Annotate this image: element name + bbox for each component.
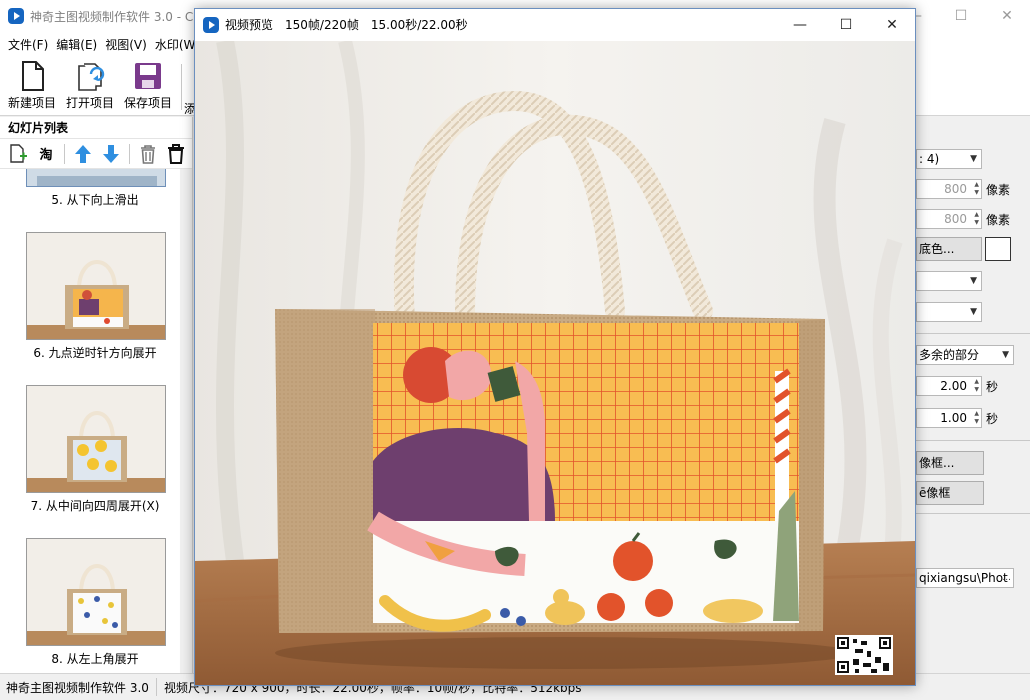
duration-1-unit: 秒 bbox=[986, 380, 999, 394]
slide-7-bag-image bbox=[27, 386, 165, 492]
ratio-select[interactable]: : 4) ▼ bbox=[916, 149, 982, 169]
slide-5-image bbox=[27, 169, 165, 186]
delete-slide-button[interactable] bbox=[136, 142, 160, 166]
chevron-down-icon: ▼ bbox=[970, 154, 977, 164]
chevron-down-icon: ▼ bbox=[970, 307, 977, 317]
slide-list-toolbar: 淘 bbox=[0, 139, 192, 169]
preview-title-bar: 视频预览 150帧/220帧 15.00秒/22.00秒 — ☐ ✕ bbox=[195, 9, 915, 40]
add-slide-button[interactable] bbox=[6, 142, 30, 166]
preview-time-counter: 15.00秒/22.00秒 bbox=[370, 18, 468, 32]
output-path-field[interactable]: qixiangsu\Phot... bbox=[916, 568, 1014, 588]
preview-close-button[interactable]: ✕ bbox=[869, 9, 915, 40]
background-color-button[interactable]: 底色... bbox=[916, 237, 982, 261]
menu-file[interactable]: 文件(F) bbox=[4, 36, 52, 53]
slide-list-scrollbar[interactable] bbox=[180, 169, 192, 673]
tote-bag-photo bbox=[195, 41, 915, 685]
height-unit: 像素 bbox=[986, 213, 1011, 227]
menu-watermark[interactable]: 水印(W bbox=[151, 36, 200, 53]
slide-8-bag-image bbox=[27, 539, 165, 645]
duration-2-value: 1.00 bbox=[940, 411, 967, 425]
trash-icon bbox=[141, 144, 155, 164]
open-project-button[interactable]: 打开项目 bbox=[61, 60, 119, 114]
slide-list[interactable]: 5. 从下向上滑出 6. 九点逆时针方向展开 7. 从中间向四周展开(X) 8.… bbox=[0, 169, 180, 673]
remove-frame-button[interactable]: ē像框 bbox=[916, 481, 984, 505]
arrow-down-icon bbox=[103, 144, 119, 163]
chevron-down-icon: ▼ bbox=[1002, 350, 1009, 360]
open-project-label: 打开项目 bbox=[65, 96, 114, 110]
slide-thumbnail bbox=[26, 385, 166, 493]
properties-divider bbox=[916, 333, 1030, 334]
move-down-button[interactable] bbox=[99, 142, 123, 166]
ellipsis-icon: ... bbox=[1002, 573, 1011, 583]
width-spinbox[interactable]: 800 ▲ ▼ bbox=[916, 179, 982, 199]
video-preview-window: 视频预览 150帧/220帧 15.00秒/22.00秒 — ☐ ✕ bbox=[194, 8, 916, 686]
spin-arrows-icon: ▲ ▼ bbox=[974, 378, 979, 393]
new-project-label: 新建项目 bbox=[7, 96, 56, 110]
height-spinbox[interactable]: 800 ▲ ▼ bbox=[916, 209, 982, 229]
app-logo-icon bbox=[8, 8, 24, 24]
trash-all-icon bbox=[168, 143, 184, 164]
frame-button[interactable]: 像框... bbox=[916, 451, 984, 475]
save-project-label: 保存项目 bbox=[123, 96, 172, 110]
slide-thumbnail bbox=[26, 538, 166, 646]
extra-part-value: 多余的部分 bbox=[919, 348, 980, 362]
chevron-down-icon: ▼ bbox=[970, 276, 977, 286]
menu-view[interactable]: 视图(V) bbox=[101, 36, 151, 53]
option-select-a[interactable]: ▼ bbox=[916, 271, 982, 291]
main-maximize-button[interactable]: ☐ bbox=[938, 0, 984, 32]
spin-arrows-icon: ▲ ▼ bbox=[974, 181, 979, 196]
slide-list-title: 幻灯片列表 bbox=[0, 117, 192, 139]
slide-label: 8. 从左上角展开 bbox=[51, 652, 139, 666]
save-disk-icon bbox=[135, 63, 161, 89]
move-up-button[interactable] bbox=[71, 142, 95, 166]
option-select-b[interactable]: ▼ bbox=[916, 302, 982, 322]
preview-title: 视频预览 bbox=[225, 18, 274, 32]
spin-arrows-icon: ▲ ▼ bbox=[974, 410, 979, 425]
width-value: 800 bbox=[944, 182, 967, 196]
open-file-icon bbox=[78, 63, 105, 91]
properties-divider bbox=[916, 440, 1030, 441]
menu-edit[interactable]: 编辑(E) bbox=[52, 36, 101, 53]
output-path-value: qixiangsu\Phot bbox=[919, 571, 1008, 585]
taobao-button[interactable]: 淘 bbox=[34, 142, 58, 166]
duration-2-unit: 秒 bbox=[986, 412, 999, 426]
duration-spinbox-2[interactable]: 1.00 ▲ ▼ bbox=[916, 408, 982, 428]
properties-divider bbox=[916, 513, 1030, 514]
toolbar-separator bbox=[181, 64, 182, 110]
save-project-button[interactable]: 保存项目 bbox=[119, 60, 177, 114]
duration-1-value: 2.00 bbox=[940, 379, 967, 393]
new-project-button[interactable]: 新建项目 bbox=[3, 60, 61, 114]
preview-frame-counter: 150帧/220帧 bbox=[285, 18, 359, 32]
new-file-icon bbox=[22, 61, 44, 91]
extra-part-select[interactable]: 多余的部分 ▼ bbox=[916, 345, 1014, 365]
status-separator bbox=[156, 678, 157, 696]
preview-app-icon bbox=[203, 16, 219, 33]
preview-video-frame bbox=[195, 41, 915, 685]
slide-thumbnail bbox=[26, 232, 166, 340]
width-unit: 像素 bbox=[986, 183, 1011, 197]
add-slide-icon bbox=[10, 143, 27, 163]
status-app-name: 神奇主图视频制作软件 3.0 bbox=[6, 681, 149, 695]
preview-maximize-button[interactable]: ☐ bbox=[823, 9, 869, 40]
slide-thumbnail bbox=[26, 169, 166, 187]
slide-label: 7. 从中间向四周展开(X) bbox=[30, 499, 160, 513]
slide-6-bag-image bbox=[27, 233, 165, 339]
slide-label: 5. 从下向上滑出 bbox=[51, 193, 139, 207]
properties-panel: : 4) ▼ 800 ▲ ▼ 像素 800 ▲ ▼ 像素 底色... ▼ ▼ 多余的部分 ▼… bbox=[916, 117, 1030, 673]
panel-toolbar-separator bbox=[129, 143, 130, 164]
height-value: 800 bbox=[944, 212, 967, 226]
slide-label: 6. 九点逆时针方向展开 bbox=[33, 346, 157, 360]
slide-list-panel: 幻灯片列表 淘 5. 从下向上滑出 6. 九点逆时针方向展开 7. 从中间向四周… bbox=[0, 117, 193, 673]
main-window-title: 神奇主图视频制作软件 3.0 - C: bbox=[30, 9, 198, 24]
preview-minimize-button[interactable]: — bbox=[777, 9, 823, 40]
background-color-swatch[interactable] bbox=[985, 237, 1011, 261]
duration-spinbox-1[interactable]: 2.00 ▲ ▼ bbox=[916, 376, 982, 396]
arrow-up-icon bbox=[75, 144, 91, 163]
panel-toolbar-separator bbox=[64, 143, 65, 164]
ratio-value: : 4) bbox=[919, 152, 940, 166]
clear-slides-button[interactable] bbox=[164, 142, 188, 166]
spin-arrows-icon: ▲ ▼ bbox=[974, 211, 979, 226]
main-close-button[interactable]: ✕ bbox=[984, 0, 1030, 32]
